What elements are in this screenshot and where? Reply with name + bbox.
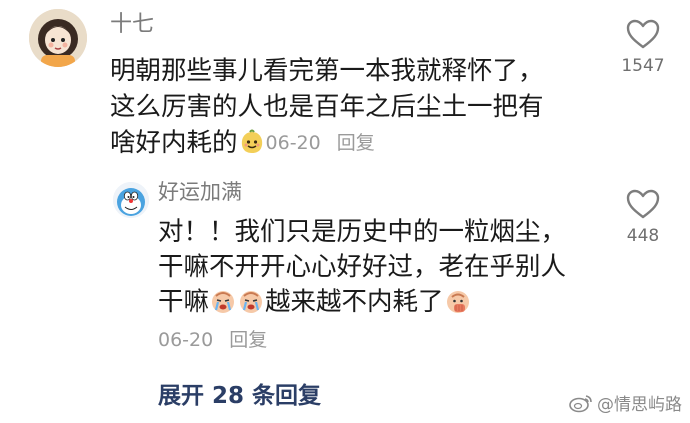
comment-line: 明朝那些事儿看完第一本我就释怀了，: [110, 56, 544, 86]
reply-text: 对！！我们只是历史中的一粒烟尘， 干嘛不开开心心好好过，老在乎别人 干嘛 越来越不…: [158, 215, 598, 320]
like-count: 1547: [621, 56, 665, 76]
heart-icon: [626, 19, 660, 49]
crying-face-icon: [210, 288, 236, 314]
expand-replies-button[interactable]: 展开 28 条回复: [158, 376, 321, 410]
comment-line-last: 啥好内耗的 06-20 回复: [110, 125, 590, 161]
username[interactable]: 十七: [110, 12, 154, 38]
reply-button[interactable]: 回复: [337, 132, 375, 154]
like-count: 448: [626, 226, 660, 246]
avatar[interactable]: [113, 182, 149, 218]
like-button[interactable]: 448: [608, 188, 678, 246]
avatar[interactable]: [29, 9, 87, 67]
reply-button[interactable]: 回复: [229, 329, 267, 351]
reply-line-text: 干嘛: [158, 287, 210, 317]
comment-line-text: 啥好内耗的: [110, 128, 238, 158]
like-button[interactable]: 1547: [608, 18, 678, 76]
crying-face-icon: [238, 288, 264, 314]
reply-line: 对！！我们只是历史中的一粒烟尘，: [158, 217, 567, 247]
reply-line-last: 干嘛 越来越不内耗了: [158, 285, 598, 320]
comment-text: 明朝那些事儿看完第一本我就释怀了， 这么厉害的人也是百年之后尘土一把有 啥好内耗…: [110, 53, 590, 161]
watermark: @情思屿路: [569, 390, 682, 415]
comment-thread: 十七 明朝那些事儿看完第一本我就释怀了， 这么厉害的人也是百年之后尘土一把有 啥…: [0, 0, 690, 423]
username[interactable]: 好运加满: [158, 179, 242, 205]
heart-icon: [626, 189, 660, 219]
weibo-logo-icon: [569, 394, 592, 412]
comment-line: 这么厉害的人也是百年之后尘土一把有: [110, 92, 544, 122]
smiling-bean-icon: [239, 129, 265, 155]
reply-line-text: 越来越不内耗了: [265, 287, 444, 317]
comment-meta: 06-20 回复: [266, 132, 375, 154]
comment-date: 06-20: [265, 132, 321, 154]
reply-date: 06-20: [158, 329, 214, 351]
face-palm-icon: [445, 288, 471, 314]
reply-meta: 06-20 回复: [158, 325, 267, 352]
watermark-text: @情思屿路: [597, 395, 682, 415]
reply-line: 干嘛不开开心心好好过，老在乎别人: [158, 252, 567, 282]
